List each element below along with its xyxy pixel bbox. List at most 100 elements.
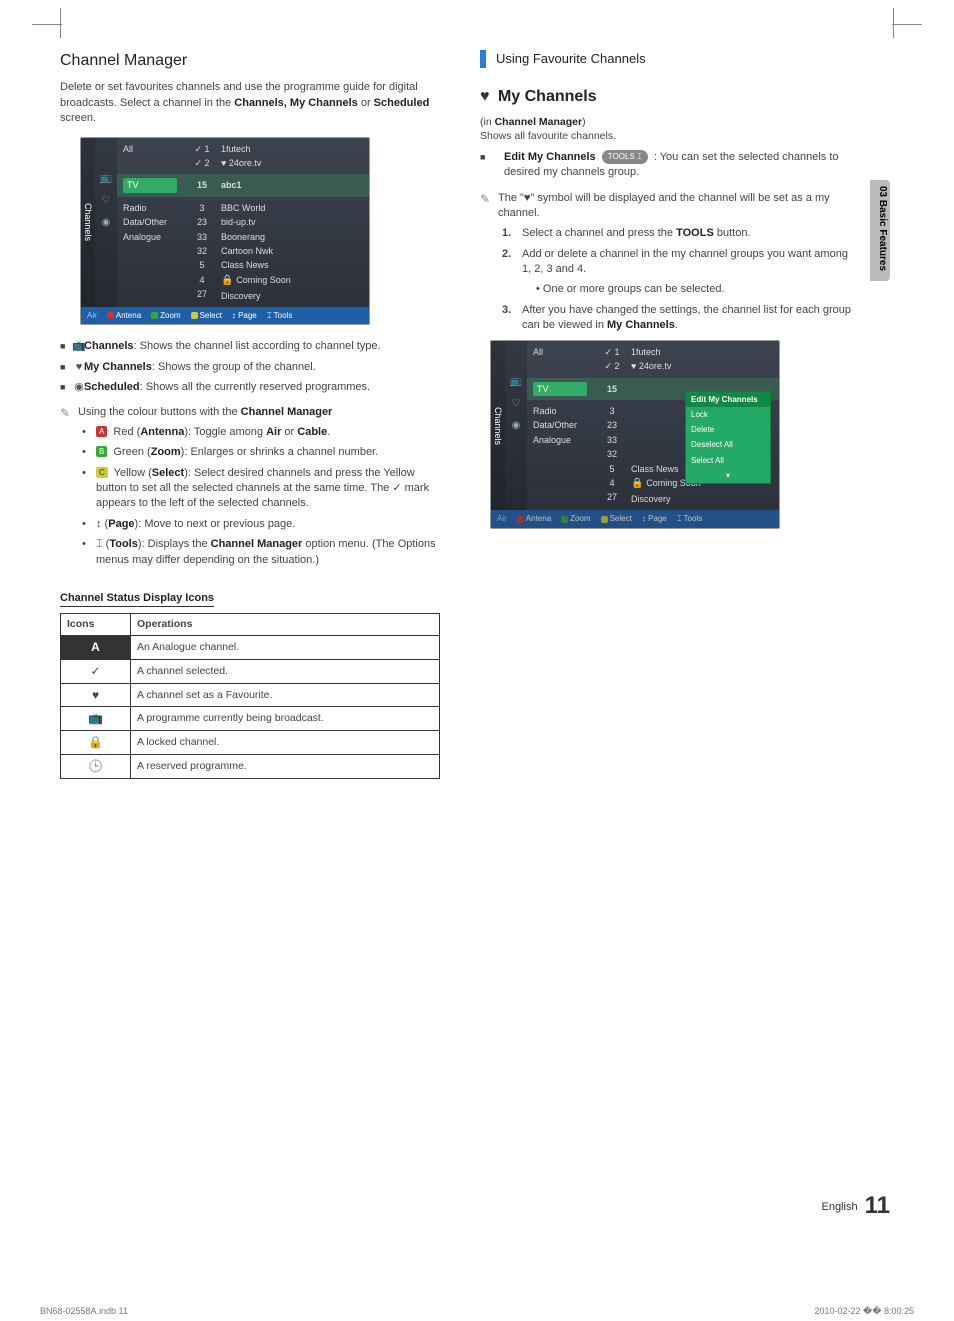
bar-air: Air xyxy=(87,310,97,321)
ch-name: 1futech xyxy=(631,345,777,359)
rest: : Select desired channels and press the … xyxy=(96,467,429,510)
lock-icon: 🔒 xyxy=(631,478,646,489)
heart-icon: ♥ xyxy=(631,361,639,371)
s3: Cable xyxy=(297,426,327,438)
type-data: Data/Other xyxy=(123,215,179,229)
ch-num: 32 xyxy=(185,244,219,258)
ch-name: 1futech xyxy=(221,142,367,156)
s2: Channel Manager xyxy=(211,538,303,550)
legend-text: : Shows all the currently reserved progr… xyxy=(140,381,370,393)
sel-name: abc1 xyxy=(221,180,242,190)
sel-num: 15 xyxy=(607,384,617,394)
ch-num: 33 xyxy=(185,230,219,244)
legend-text: : Shows the channel list according to ch… xyxy=(134,340,381,352)
yellow-tag: C xyxy=(96,467,108,478)
ch-name: Cartoon Nwk xyxy=(221,244,367,258)
type-tv: TV xyxy=(123,178,177,192)
ch-name: Coming Soon xyxy=(236,275,291,285)
steps-list: 1. Select a channel and press the TOOLS … xyxy=(502,226,860,334)
favourite-heading: Using Favourite Channels xyxy=(480,50,860,68)
legend-scheduled: ◉ Scheduled: Shows all the currently res… xyxy=(60,380,440,395)
my-channels-screenshot: Channels 📺 ♡ ◉ All ✓ 1 ✓ 2 xyxy=(490,340,780,529)
ch-num: 5 xyxy=(595,462,629,476)
ch-num: 5 xyxy=(185,258,219,272)
red-dot-icon xyxy=(107,312,114,319)
icon-cell: A xyxy=(61,636,131,660)
imprint-bar: BN68-02558A.indb 11 2010-02-22 �� 8:00:2… xyxy=(0,1306,954,1317)
popup-item: Select All xyxy=(686,453,770,468)
step-2: 2. Add or delete a channel in the my cha… xyxy=(502,247,860,297)
check-num: 1 xyxy=(615,347,620,357)
icon-cell: ✓ xyxy=(61,659,131,683)
left-column: Channel Manager Delete or set favourites… xyxy=(60,50,440,779)
red-item: A Red (Antenna): Toggle among Air or Cab… xyxy=(82,425,440,440)
op-cell: A programme currently being broadcast. xyxy=(131,707,440,731)
icon-cell: 🔒 xyxy=(61,731,131,755)
heart-icon: ♡ xyxy=(512,397,521,411)
legend-label: My Channels xyxy=(84,361,152,373)
type-analogue: Analogue xyxy=(533,433,589,447)
ch-name: Discovery xyxy=(631,492,777,506)
legend-text: : Shows the group of the channel. xyxy=(152,361,316,373)
footer-lang: English xyxy=(821,1201,857,1213)
sel-num: 15 xyxy=(197,180,207,190)
s2: Air xyxy=(266,426,281,438)
rest3: . xyxy=(327,426,330,438)
page-item: ↕ (Page): Move to next or previous page. xyxy=(82,517,440,532)
popup-item: Delete xyxy=(686,422,770,437)
channel-manager-screenshot: Channels 📺 ♡ ◉ All ✓ 1 ✓ xyxy=(80,137,370,326)
yellow-dot-icon xyxy=(601,516,608,523)
ch-name: bid-up.tv xyxy=(221,215,367,229)
yellow-item: C Yellow (Select): Select desired channe… xyxy=(82,466,440,512)
label: Yellow xyxy=(114,467,145,479)
channel-manager-title: Channel Manager xyxy=(60,50,440,72)
paren-b: Channel Manager xyxy=(495,116,583,128)
ch-num: 23 xyxy=(595,418,629,432)
op-cell: A reserved programme. xyxy=(131,755,440,779)
ch-num: 33 xyxy=(595,433,629,447)
my-channels-text: My Channels xyxy=(498,88,597,105)
tools-popup: Edit My Channels Lock Delete Deselect Al… xyxy=(685,391,771,484)
ch-name: BBC World xyxy=(221,201,367,215)
check-num: 2 xyxy=(205,158,210,168)
yellow-dot-icon xyxy=(191,312,198,319)
ch-num: 23 xyxy=(185,215,219,229)
scheduled-icon: ◉ xyxy=(72,380,86,395)
ch-name: Boonerang xyxy=(221,230,367,244)
colour-buttons-list: A Red (Antenna): Toggle among Air or Cab… xyxy=(82,425,440,568)
intro-text2: or xyxy=(361,97,374,109)
step-strong: TOOLS xyxy=(676,227,714,239)
red-tag: A xyxy=(96,426,107,437)
page-footer: English 11 xyxy=(821,1192,890,1220)
rest2: or xyxy=(281,426,297,438)
ch-num: 4 xyxy=(185,273,219,287)
legend-mychannels: ♥ My Channels: Shows the group of the ch… xyxy=(60,360,440,375)
tv-footer-bar: Air Antena Zoom Select ↕ Page ⌶ Tools xyxy=(81,307,369,324)
bar-item: Zoom xyxy=(570,514,590,523)
ch-num: 4 xyxy=(595,476,629,490)
strong: Page xyxy=(108,518,134,530)
imprint-left: BN68-02558A.indb 11 xyxy=(40,1306,128,1317)
step-text2: button. xyxy=(714,227,751,239)
ch-num: 32 xyxy=(595,447,629,461)
rest: : Enlarges or shrinks a channel number. xyxy=(184,446,378,458)
bar-item: Tools xyxy=(684,514,703,523)
tv-icon: 📺 xyxy=(72,339,86,354)
type-all: All xyxy=(123,142,179,156)
step-text2: . xyxy=(675,319,678,331)
green-tag: B xyxy=(96,446,107,457)
bar-item: Zoom xyxy=(160,311,180,320)
tv-icon-column: 📺 ♡ ◉ xyxy=(505,341,527,511)
op-cell: An Analogue channel. xyxy=(131,636,440,660)
tv-icon-column: 📺 ♡ ◉ xyxy=(95,138,117,308)
my-channels-title: ♥ My Channels xyxy=(480,86,860,108)
right-column: Using Favourite Channels ♥ My Channels (… xyxy=(480,50,860,779)
page-number: 11 xyxy=(865,1192,890,1219)
ch-name: 24ore.tv xyxy=(229,158,262,168)
ch-num: 3 xyxy=(185,201,219,215)
legend-label: Channels xyxy=(84,340,134,352)
clock-icon: ◉ xyxy=(102,216,111,230)
note-c: " symbol will be displayed and the chann… xyxy=(498,192,830,219)
in-channel-manager: (in Channel Manager) xyxy=(480,115,860,130)
note-a: The " xyxy=(498,192,524,204)
